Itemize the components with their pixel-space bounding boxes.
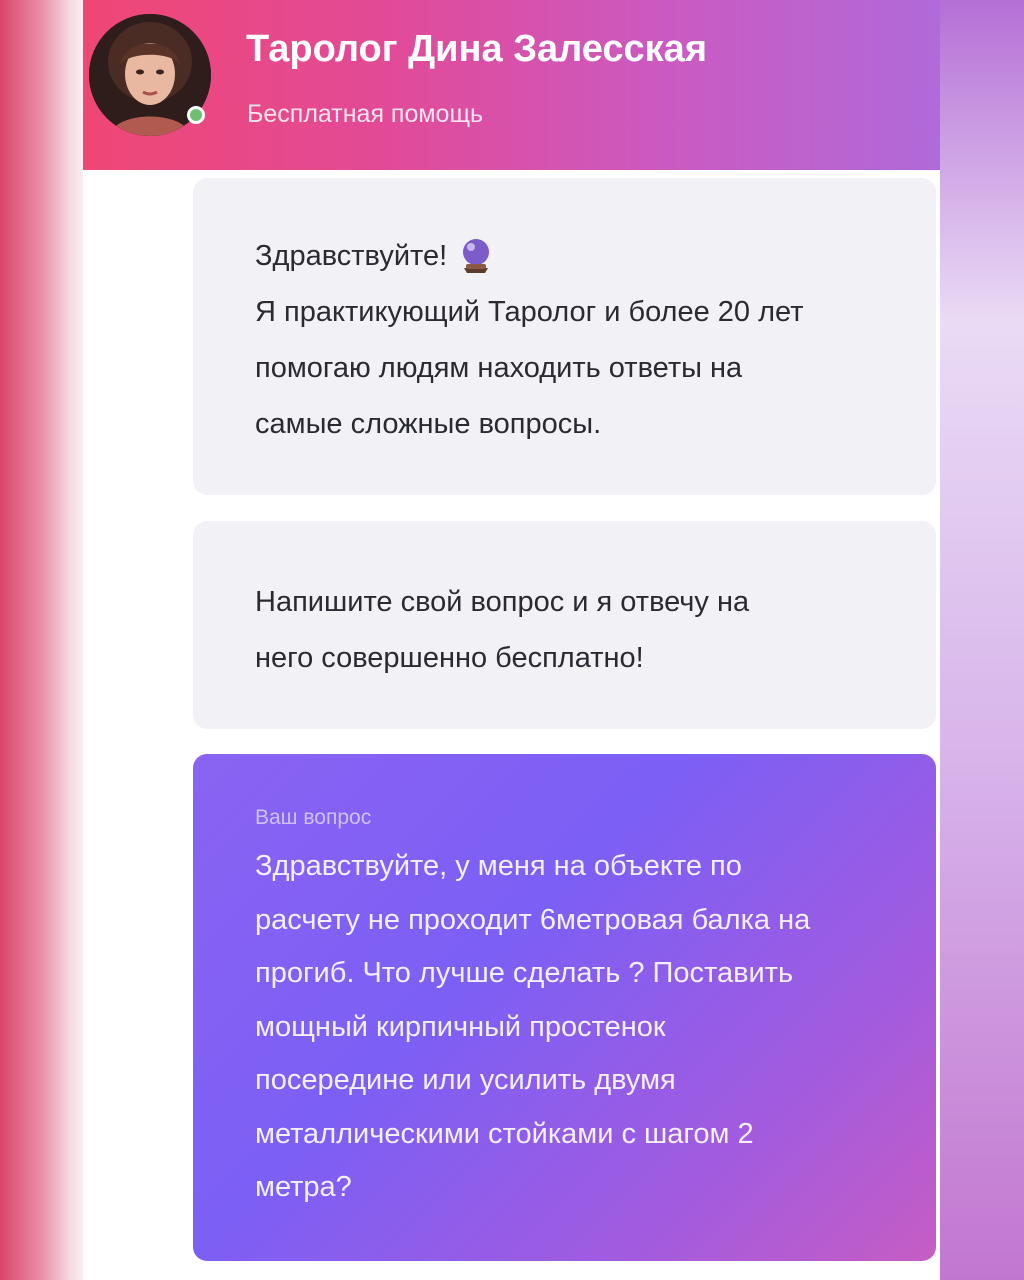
- question-line: расчету не проходит 6метровая балка на: [255, 903, 811, 936]
- message-line: Я практикующий Таролог и более 20 лет: [255, 296, 804, 328]
- question-line: посередине или усилить двумя: [255, 1064, 676, 1096]
- question-line: Здравствуйте, у меня на объекте по: [255, 850, 742, 882]
- message-line: Напишите свой вопрос и я отвечу на: [255, 586, 750, 618]
- background-right-edge: [940, 0, 1024, 1280]
- message-line: помогаю людям находить ответы на: [255, 352, 743, 384]
- online-status-indicator: [187, 106, 205, 124]
- greeting-line: Здравствуйте!: [255, 228, 915, 284]
- chat-header: Таролог Дина Залесская Бесплатная помощь: [83, 0, 940, 170]
- message-line: Здравствуйте!: [255, 240, 448, 272]
- message-line: самые сложные вопросы.: [255, 408, 602, 440]
- message-greeting-text: Здравствуйте! Я практикующий Таролог и б…: [255, 228, 915, 452]
- message-invite-text: Напишите свой вопрос и я отвечу на него …: [255, 574, 915, 686]
- message-line: него совершенно бесплатно!: [255, 642, 644, 674]
- contact-name: Таролог Дина Залесская: [246, 28, 707, 70]
- question-line: прогиб. Что лучше сделать ? Поставить: [255, 957, 794, 989]
- question-line: метра?: [255, 1171, 352, 1203]
- question-line: мощный кирпичный простенок: [255, 1010, 666, 1043]
- question-label: Ваш вопрос: [255, 806, 372, 829]
- user-question-message[interactable]: Ваш вопрос Здравствуйте, у меня на объек…: [193, 754, 936, 1261]
- crystal-ball-icon: [463, 239, 490, 273]
- contact-subtitle: Бесплатная помощь: [247, 100, 484, 128]
- question-text: Здравствуйте, у меня на объекте по расче…: [255, 840, 915, 1215]
- chat-screen: Таролог Дина Залесская Бесплатная помощь…: [83, 0, 940, 1280]
- question-line: металлическими стойками с шагом 2: [255, 1117, 754, 1150]
